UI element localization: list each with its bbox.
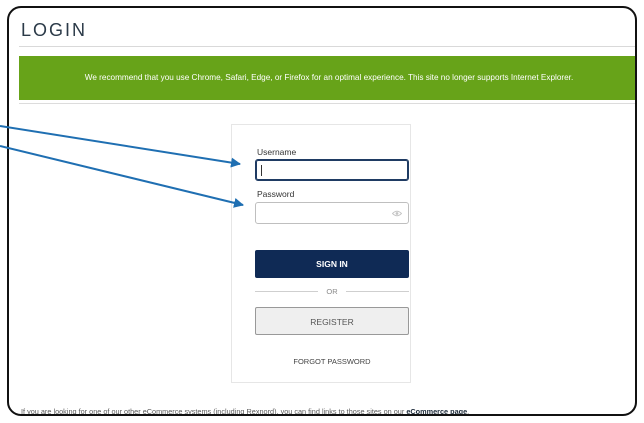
text-caret bbox=[261, 165, 262, 176]
register-button[interactable]: REGISTER bbox=[255, 307, 409, 335]
footer-text: If you are looking for one of our other … bbox=[21, 407, 407, 416]
page-title: LOGIN bbox=[21, 20, 88, 40]
password-input[interactable] bbox=[255, 202, 409, 224]
banner-divider bbox=[19, 103, 635, 104]
eye-icon[interactable] bbox=[392, 209, 402, 218]
forgot-password-link[interactable]: FORGOT PASSWORD bbox=[255, 357, 409, 366]
username-label: Username bbox=[257, 147, 297, 157]
password-label: Password bbox=[257, 189, 295, 199]
sign-in-button[interactable]: SIGN IN bbox=[255, 250, 409, 278]
screenshot-frame: LOGIN We recommend that you use Chrome, … bbox=[7, 6, 637, 416]
or-text: OR bbox=[326, 286, 338, 296]
login-card: Username Password SIGN IN OR REGISTER FO… bbox=[231, 124, 411, 383]
title-divider bbox=[19, 46, 635, 47]
or-line-right bbox=[345, 290, 409, 292]
footer-note: If you are looking for one of our other … bbox=[21, 407, 470, 416]
ecommerce-page-link[interactable]: eCommerce page bbox=[406, 407, 467, 414]
or-line-left bbox=[255, 290, 319, 292]
username-input[interactable] bbox=[255, 159, 409, 181]
browser-recommendation-banner: We recommend that you use Chrome, Safari… bbox=[19, 56, 635, 100]
footer-period: . bbox=[467, 407, 470, 416]
or-divider: OR bbox=[255, 285, 409, 297]
